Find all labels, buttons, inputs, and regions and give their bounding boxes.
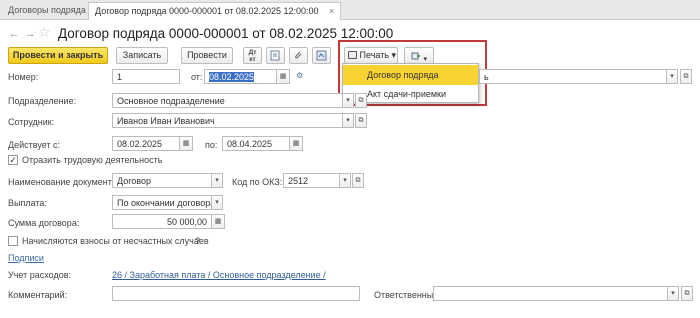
dt-kt-icon: Дт кт (244, 48, 261, 63)
docname-dropdown-button[interactable]: ▾ (211, 173, 223, 188)
okz-dropdown-button[interactable]: ▾ (339, 173, 351, 188)
chevron-down-icon: ▾ (391, 50, 397, 60)
calendar-icon[interactable]: ▦ (276, 69, 290, 84)
payment-field[interactable]: По окончании договора (112, 195, 212, 210)
number-field[interactable]: 1 (112, 69, 180, 84)
print-button[interactable]: Печать ▾ (344, 47, 398, 64)
organization-value: ь (484, 72, 489, 82)
calendar-icon[interactable]: ▦ (179, 136, 193, 151)
comment-field[interactable] (112, 286, 360, 301)
attachment-button[interactable] (289, 47, 308, 64)
printer-icon (348, 51, 357, 59)
page-title: Договор подряда 0000-000001 от 08.02.202… (58, 26, 394, 41)
valid-to-field[interactable]: 08.04.2025 (222, 136, 290, 151)
print-label: Печать (359, 50, 389, 60)
okz-open-button[interactable]: ⧉ (352, 173, 364, 188)
calculator-icon[interactable]: ▦ (211, 214, 225, 229)
structure-icon (316, 50, 327, 61)
create-based-on-button[interactable]: ▾ (404, 47, 434, 64)
paperclip-icon (295, 51, 302, 59)
report-icon (270, 50, 280, 61)
favorite-star-icon[interactable]: ☆ (38, 24, 51, 41)
valid-from-label: Действует с: (8, 140, 61, 150)
date-from-field[interactable]: 08.02.2025 (204, 69, 277, 84)
accident-label: Начисляются взносы от несчастных случаев (22, 236, 209, 246)
structure-button[interactable] (312, 47, 331, 64)
organization-field[interactable]: ь (479, 69, 667, 84)
report-button[interactable] (266, 47, 285, 64)
department-field[interactable]: Основное подразделение (112, 93, 343, 108)
labor-activity-label: Отразить трудовую деятельность (22, 155, 163, 165)
docname-label: Наименование документа: (8, 177, 120, 187)
chevron-down-icon: ▾ (423, 56, 428, 63)
save-button[interactable]: Записать (116, 47, 168, 64)
employee-field[interactable]: Иванов Иван Иванович (112, 113, 343, 128)
responsible-label: Ответственный: (374, 290, 441, 300)
sum-label: Сумма договора: (8, 218, 80, 228)
post-button[interactable]: Провести (181, 47, 233, 64)
department-open-button[interactable]: ⧉ (355, 93, 367, 108)
post-and-close-button[interactable]: Провести и закрыть (8, 47, 108, 64)
close-icon[interactable]: × (329, 6, 334, 16)
tab-bar: Договоры подряда × Договор подряда 0000-… (0, 0, 700, 20)
number-settings-icon[interactable]: ⚙ (296, 71, 308, 81)
tab-label: Договоры подряда (8, 5, 86, 15)
okz-label: Код по ОКЗ: (232, 177, 283, 187)
docname-field[interactable]: Договор (112, 173, 212, 188)
help-icon[interactable]: ? (195, 236, 200, 246)
payment-dropdown-button[interactable]: ▾ (211, 195, 223, 210)
comment-label: Комментарий: (8, 290, 68, 300)
dt-label: Дт (248, 49, 257, 56)
signatures-link[interactable]: Подписи (8, 253, 44, 263)
responsible-field[interactable] (433, 286, 668, 301)
department-label: Подразделение: (8, 96, 77, 106)
dt-kt-button[interactable]: Дт кт (243, 47, 262, 64)
forward-arrow-icon[interactable]: → (22, 26, 38, 42)
responsible-dropdown-button[interactable]: ▾ (667, 286, 679, 301)
organization-open-button[interactable]: ⧉ (680, 69, 692, 84)
print-menu-item-contract[interactable]: Договор подряда (343, 65, 478, 85)
employee-dropdown-button[interactable]: ▾ (342, 113, 354, 128)
employee-label: Сотрудник: (8, 117, 55, 127)
labor-activity-checkbox[interactable]: ✓ (8, 155, 18, 165)
payment-label: Выплата: (8, 198, 47, 208)
back-arrow-icon[interactable]: ← (6, 26, 22, 42)
valid-to-label: по: (205, 140, 218, 150)
number-label: Номер: (8, 72, 39, 82)
expense-link[interactable]: 26 / Заработная плата / Основное подразд… (112, 270, 326, 280)
department-dropdown-button[interactable]: ▾ (342, 93, 354, 108)
date-from-label: от: (191, 72, 203, 82)
employee-open-button[interactable]: ⧉ (355, 113, 367, 128)
expense-label: Учет расходов: (8, 270, 71, 280)
date-from-value: 08.02.2025 (209, 72, 255, 82)
sum-field[interactable]: 50 000,00 (112, 214, 212, 229)
create-based-icon (411, 52, 420, 60)
tab-contract-document[interactable]: Договор подряда 0000-000001 от 08.02.202… (88, 2, 342, 20)
tab-label: Договор подряда 0000-000001 от 08.02.202… (95, 6, 319, 16)
valid-from-field[interactable]: 08.02.2025 (112, 136, 180, 151)
calendar-icon[interactable]: ▦ (289, 136, 303, 151)
okz-field[interactable]: 2512 (283, 173, 340, 188)
responsible-open-button[interactable]: ⧉ (681, 286, 693, 301)
organization-dropdown-button[interactable]: ▾ (666, 69, 678, 84)
kt-label: кт (249, 56, 256, 63)
accident-checkbox[interactable] (8, 236, 18, 246)
